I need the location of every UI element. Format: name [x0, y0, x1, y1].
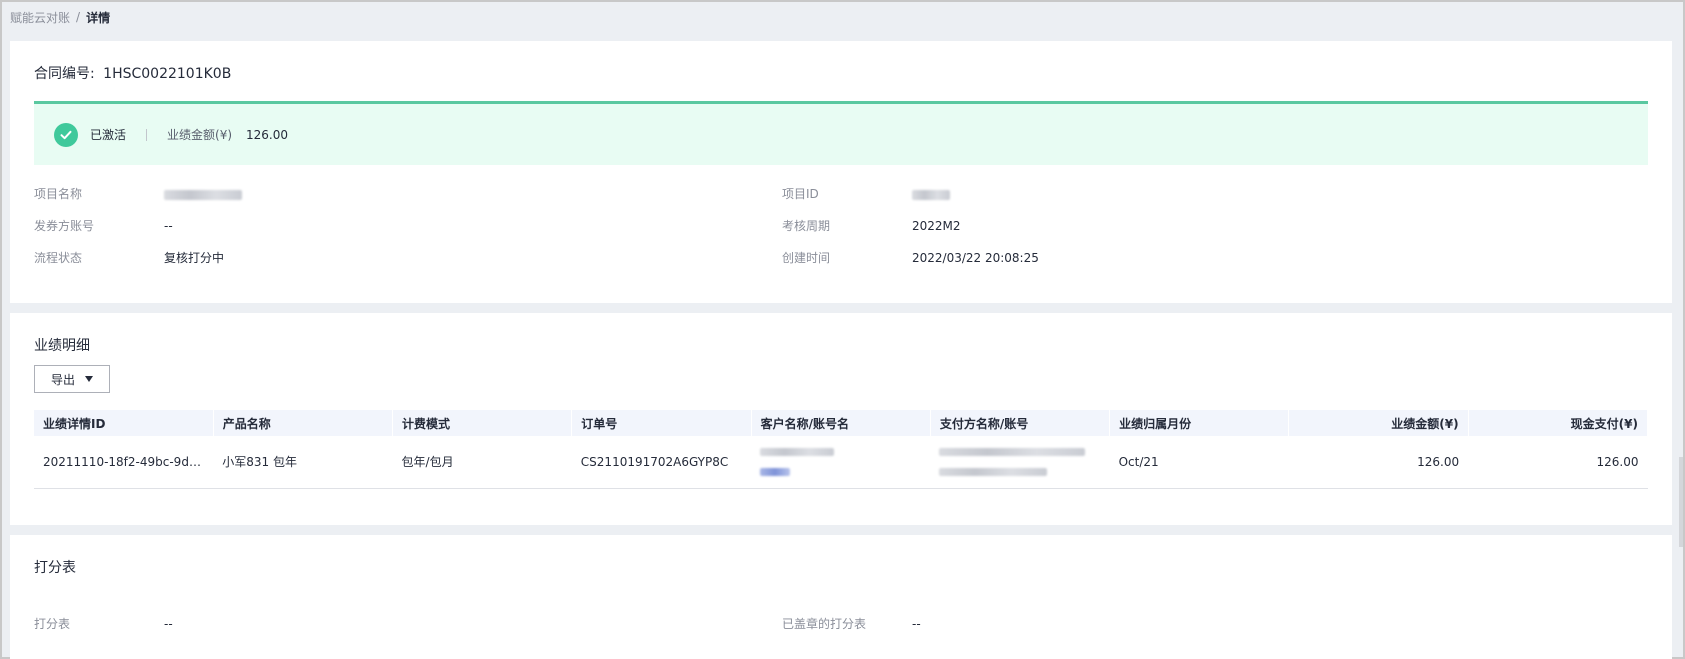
detail-id-cell[interactable]: 20211110-18f2-49bc-9d53-9... [34, 436, 214, 489]
amount-label: 业绩金额(¥) [167, 128, 233, 142]
column-header[interactable]: 现金支付(¥) [1468, 410, 1649, 436]
review-period-label: 考核周期 [782, 219, 831, 233]
score-grid: 打分表 -- 已盖章的打分表 -- [34, 615, 1648, 633]
breadcrumb-parent-link[interactable]: 赋能云对账 [10, 9, 70, 26]
project-id-value [912, 185, 1648, 203]
details-table: 业绩详情ID 产品名称 计费模式 订单号 客户名称/账号名 支付方名称/账号 业… [34, 410, 1649, 489]
stamped-sheet-value: -- [912, 617, 921, 631]
order-cell: CS2110191702A6GYP8C [571, 436, 752, 489]
status-divider [146, 128, 148, 141]
contract-title: 合同编号: 1HSC0022101K0B [34, 41, 1648, 101]
project-name-label: 项目名称 [34, 187, 83, 201]
details-title: 业绩明细 [34, 338, 90, 354]
table-header-row: 业绩详情ID 产品名称 计费模式 订单号 客户名称/账号名 支付方名称/账号 业… [34, 410, 1649, 436]
month-cell: Oct/21 [1109, 436, 1289, 489]
check-circle-icon [54, 122, 78, 147]
status-banner: 已激活 业绩金额(¥) 126.00 [34, 101, 1648, 165]
column-header[interactable]: 产品名称 [213, 410, 394, 436]
status-text: 已激活 [90, 128, 127, 142]
score-sheet-value: -- [164, 617, 173, 631]
project-id-label: 项目ID [782, 187, 819, 201]
review-period-value: 2022M2 [912, 219, 961, 233]
export-button[interactable]: 导出 [34, 365, 110, 393]
column-header[interactable]: 订单号 [571, 410, 752, 436]
score-sheet-label: 打分表 [34, 617, 71, 631]
customer-cell[interactable] [751, 436, 931, 489]
flow-status-label: 流程状态 [34, 251, 83, 265]
column-header[interactable]: 计费模式 [392, 410, 573, 436]
table-row: 20211110-18f2-49bc-9d53-9... 小军831 包年 包年… [34, 436, 1648, 489]
breadcrumb-current: 详情 [86, 10, 111, 25]
info-grid: 项目名称 项目ID 发券方账号 -- 考核周期 2022M2 流程状态 复核打分… [34, 185, 1648, 267]
flow-status-value: 复核打分中 [164, 251, 225, 265]
column-header[interactable]: 业绩归属月份 [1109, 410, 1290, 436]
created-time-value: 2022/03/22 20:08:25 [912, 251, 1039, 265]
contract-card: 合同编号: 1HSC0022101K0B 已激活 业绩金额(¥) 126.00 … [10, 41, 1672, 303]
issuer-account-label: 发券方账号 [34, 219, 95, 233]
issuer-account-value: -- [164, 219, 173, 233]
page-frame: 赋能云对账 / 详情 合同编号: 1HSC0022101K0B 已激活 业绩金额… [0, 0, 1685, 659]
breadcrumb-separator: / [76, 10, 81, 24]
payer-cell [930, 436, 1110, 489]
amount-cell: 126.00 [1288, 436, 1469, 489]
column-header[interactable]: 支付方名称/账号 [930, 410, 1111, 436]
caret-down-icon [85, 376, 93, 382]
scrollbar[interactable] [1679, 457, 1683, 547]
column-header[interactable]: 客户名称/账号名 [751, 410, 931, 436]
export-label: 导出 [50, 372, 75, 387]
created-time-label: 创建时间 [782, 251, 831, 265]
cash-cell: 126.00 [1468, 436, 1648, 489]
amount-value: 126.00 [246, 127, 289, 142]
contract-number: 1HSC0022101K0B [103, 66, 232, 82]
stamped-sheet-label: 已盖章的打分表 [782, 617, 867, 631]
score-title: 打分表 [34, 560, 76, 576]
score-card: 打分表 打分表 -- 已盖章的打分表 -- [10, 535, 1672, 659]
billing-cell: 包年/包月 [392, 436, 572, 489]
breadcrumb: 赋能云对账 / 详情 [2, 2, 1683, 32]
column-header[interactable]: 业绩金额(¥) [1288, 410, 1469, 436]
contract-number-label: 合同编号: [34, 66, 95, 82]
product-cell: 小军831 包年 [213, 436, 393, 489]
details-card: 业绩明细 导出 业绩详情ID 产品名称 计费模式 订单号 客户名称/账号名 支付… [10, 313, 1672, 525]
column-header[interactable]: 业绩详情ID [34, 410, 214, 436]
project-name-value [164, 185, 782, 203]
